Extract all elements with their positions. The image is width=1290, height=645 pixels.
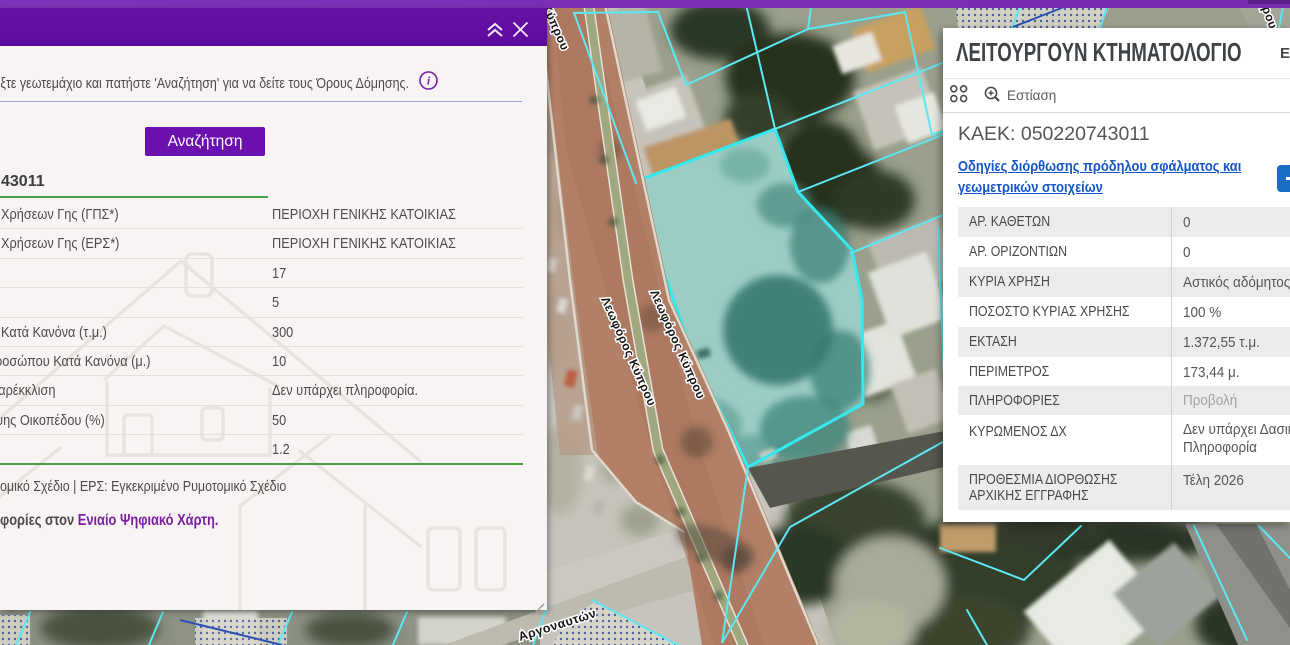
svg-text:i: i	[427, 74, 431, 88]
